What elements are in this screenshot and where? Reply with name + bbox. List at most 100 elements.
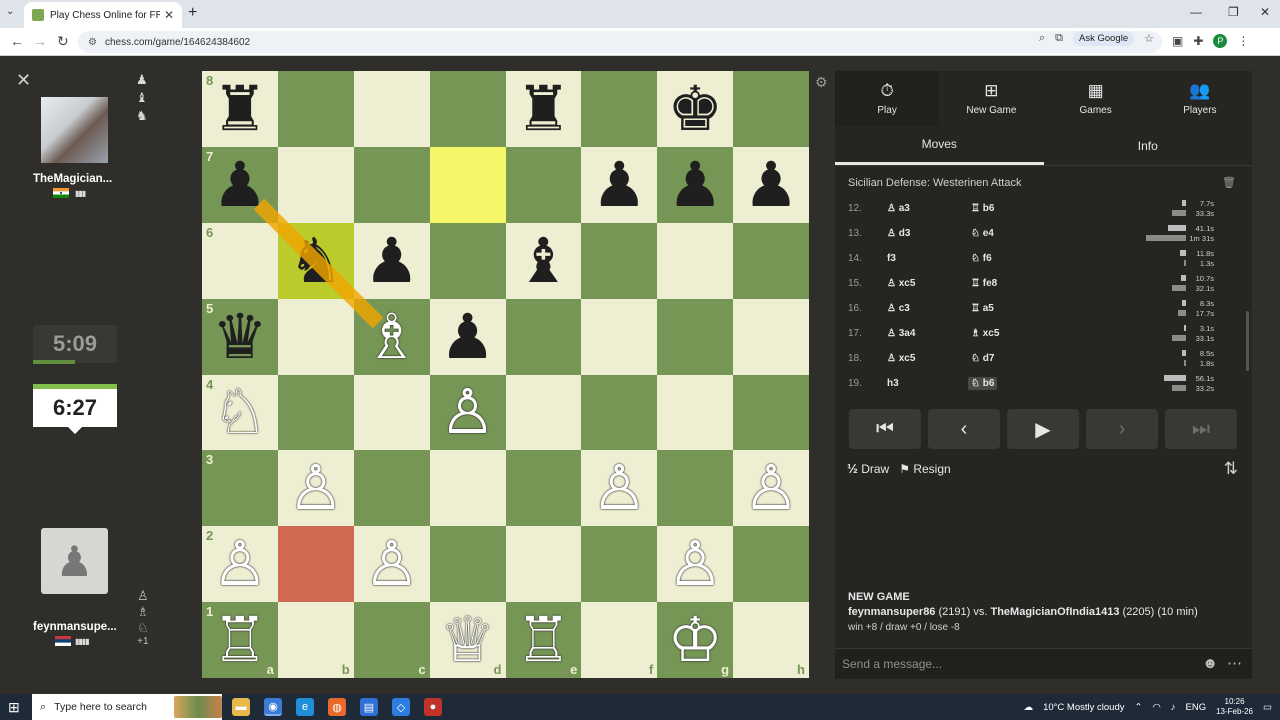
square-h6[interactable]	[733, 222, 809, 299]
black-player-name[interactable]: TheMagicianOfIndia1413	[990, 606, 1119, 618]
square-f3[interactable]: ♙	[581, 450, 658, 527]
tray-chevron-icon[interactable]: ⌃	[1134, 702, 1142, 713]
square-e6[interactable]: ♝	[505, 222, 582, 299]
white-move[interactable]: ♙ 3a4	[887, 328, 915, 339]
square-c1[interactable]: c	[353, 602, 430, 678]
close-icon[interactable]: ✕	[16, 70, 31, 91]
reading-list-icon[interactable]: ▣	[1172, 34, 1183, 48]
square-h5[interactable]	[733, 298, 809, 375]
square-h7[interactable]: ♟	[733, 146, 809, 223]
square-c5[interactable]: ♗	[353, 298, 430, 375]
square-c4[interactable]	[353, 374, 430, 451]
install-app-icon[interactable]: ⧉	[1055, 32, 1063, 45]
square-a4[interactable]: 4 ♘	[202, 374, 278, 451]
chess-piece[interactable]: ♜	[202, 71, 278, 147]
forward-icon[interactable]: →	[33, 33, 47, 49]
white-move[interactable]: ♙ d3	[887, 228, 910, 239]
white-move[interactable]: ♙ c3	[887, 303, 910, 314]
square-b1[interactable]: b	[277, 602, 354, 678]
square-b8[interactable]	[277, 71, 354, 147]
previous-move-button[interactable]: ‹	[928, 409, 1000, 449]
bookmark-star-icon[interactable]: ☆	[1144, 32, 1154, 45]
chess-board[interactable]: 8 ♜ ♜ ♚ 7 ♟ ♟ ♟ ♟ 6 ♞ ♟ ♝ 5 ♛ ♗ ♟ 4 ♘ ♙ 3 ♙ ♙ ♙ 2 ♙ ♙ ♙ 1 a ♖ b c d ♕ e ♖ f g ♔…	[202, 71, 809, 678]
square-e5[interactable]	[505, 298, 582, 375]
minimize-icon[interactable]: —	[1190, 5, 1202, 19]
edge-icon[interactable]: e	[296, 698, 314, 716]
square-h3[interactable]: ♙	[733, 450, 809, 527]
chess-piece[interactable]: ♗	[354, 299, 430, 375]
square-h2[interactable]	[733, 526, 809, 603]
extensions-icon[interactable]: ✚	[1193, 34, 1203, 48]
chess-piece[interactable]: ♕	[430, 602, 506, 678]
play-moves-button[interactable]: ▶	[1007, 409, 1079, 449]
square-b5[interactable]	[277, 298, 354, 375]
white-move[interactable]: ♙ xc5	[887, 278, 915, 289]
zoom-icon[interactable]: ⌕	[1039, 32, 1045, 45]
square-d5[interactable]: ♟	[429, 298, 506, 375]
square-g4[interactable]	[657, 374, 734, 451]
file-explorer-icon[interactable]: ▬	[232, 698, 250, 716]
square-d1[interactable]: d ♕	[429, 602, 506, 678]
chrome-icon[interactable]: ◉	[264, 698, 282, 716]
square-f1[interactable]: f	[581, 602, 658, 678]
chess-piece[interactable]: ♖	[506, 602, 582, 678]
chess-piece[interactable]: ♙	[430, 375, 506, 451]
square-a6[interactable]: 6	[202, 222, 278, 299]
new-tab-icon[interactable]: +	[188, 4, 197, 22]
square-b3[interactable]: ♙	[277, 450, 354, 527]
chess-piece[interactable]: ♙	[581, 450, 657, 526]
move-list-scrollbar[interactable]	[1246, 311, 1249, 371]
square-d7[interactable]	[429, 146, 506, 223]
flip-board-icon[interactable]: ⇅	[1224, 459, 1238, 479]
square-f5[interactable]	[581, 298, 658, 375]
chess-piece[interactable]: ♟	[657, 147, 733, 223]
square-b2[interactable]	[277, 526, 354, 603]
square-b7[interactable]	[277, 146, 354, 223]
bottom-player-name[interactable]: feynmansupe...	[33, 621, 117, 633]
square-f4[interactable]	[581, 374, 658, 451]
square-c2[interactable]: ♙	[353, 526, 430, 603]
white-move[interactable]: f3	[887, 253, 896, 264]
black-move[interactable]: ♗ xc5	[971, 328, 999, 339]
chess-piece[interactable]: ♘	[202, 375, 278, 451]
square-g6[interactable]	[657, 222, 734, 299]
chess-piece[interactable]: ♙	[354, 526, 430, 602]
chess-piece[interactable]: ♟	[202, 147, 278, 223]
firefox-icon[interactable]: ◍	[328, 698, 346, 716]
black-move[interactable]: ♖ a5	[971, 303, 994, 314]
chess-piece[interactable]: ♙	[733, 450, 809, 526]
recorder-icon[interactable]: ●	[424, 698, 442, 716]
square-g1[interactable]: g ♔	[657, 602, 734, 678]
square-a7[interactable]: 7 ♟	[202, 146, 278, 223]
square-h4[interactable]	[733, 374, 809, 451]
white-move[interactable]: ♙ xc5	[887, 353, 915, 364]
square-d2[interactable]	[429, 526, 506, 603]
square-c7[interactable]	[353, 146, 430, 223]
outlook-icon[interactable]: ▤	[360, 698, 378, 716]
tab-info[interactable]: Info	[1044, 126, 1253, 165]
square-f2[interactable]	[581, 526, 658, 603]
trash-icon[interactable]: 🗑	[1222, 176, 1236, 189]
weather-text[interactable]: 10°C Mostly cloudy	[1043, 702, 1124, 713]
square-e4[interactable]	[505, 374, 582, 451]
square-b4[interactable]	[277, 374, 354, 451]
square-h1[interactable]: h	[733, 602, 809, 678]
browser-tab[interactable]: Play Chess Online for FREE - 2 Pl ✕	[24, 2, 182, 28]
top-player-avatar[interactable]	[41, 97, 108, 163]
white-move[interactable]: ♙ a3	[887, 203, 910, 214]
square-g7[interactable]: ♟	[657, 146, 734, 223]
wifi-icon[interactable]: ◠	[1152, 702, 1160, 713]
chess-piece[interactable]: ♔	[657, 602, 733, 678]
chess-piece[interactable]: ♖	[202, 602, 278, 678]
close-tab-icon[interactable]: ✕	[164, 8, 174, 22]
square-d3[interactable]	[429, 450, 506, 527]
reload-icon[interactable]: ↻	[57, 33, 69, 50]
bottom-player-avatar[interactable]: ♟	[41, 528, 108, 594]
taskbar-search-box[interactable]: ⌕ Type here to search	[32, 694, 222, 720]
black-move[interactable]: ♘ e4	[971, 228, 994, 239]
vscode-icon[interactable]: ◇	[392, 698, 410, 716]
square-f6[interactable]	[581, 222, 658, 299]
profile-avatar[interactable]: P	[1213, 34, 1228, 48]
nav-new-game[interactable]: ⊞ New Game	[939, 71, 1043, 126]
square-h8[interactable]	[733, 71, 809, 147]
